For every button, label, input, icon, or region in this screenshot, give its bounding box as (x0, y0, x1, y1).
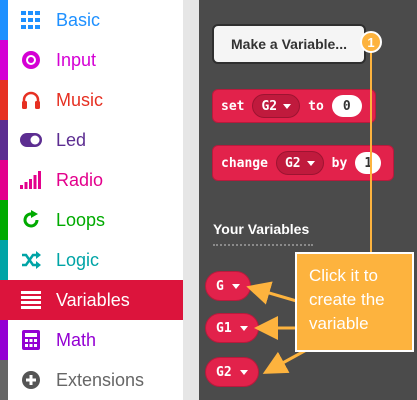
callout-line: create the (309, 290, 385, 309)
callout-line: Click it to (309, 266, 378, 285)
arrow-to-g (246, 281, 301, 305)
step-number-badge: 1 (360, 31, 382, 53)
callout-line: variable (309, 314, 369, 333)
instruction-callout: Click it to create the variable (295, 252, 414, 352)
